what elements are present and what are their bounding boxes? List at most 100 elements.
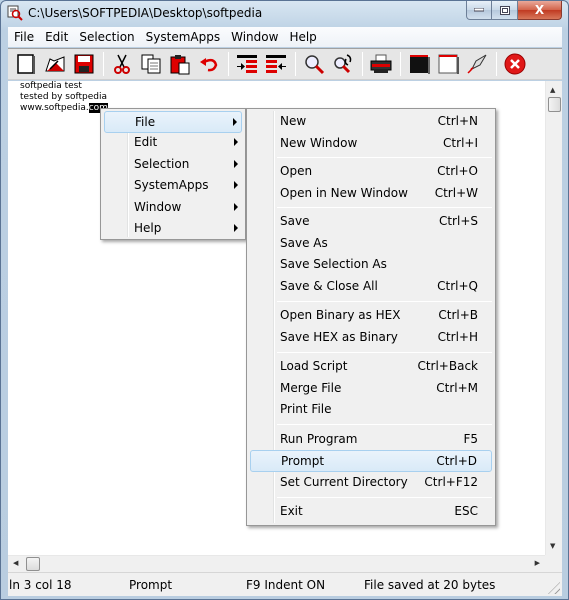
file-menu-item-set-current-directory[interactable]: Set Current Directory Ctrl+F12 — [250, 472, 492, 494]
editor-content[interactable]: softpedia test tested by softpedia www.s… — [20, 81, 108, 114]
menu-item-shortcut: Ctrl+H — [437, 330, 478, 344]
file-menu-item-save-selection-as[interactable]: Save Selection As — [250, 254, 492, 276]
file-menu-item-open[interactable]: Open Ctrl+O — [250, 161, 492, 183]
menu-item-label: Selection — [134, 157, 190, 171]
context-menu-item-systemapps[interactable]: SystemApps — [104, 175, 242, 197]
menu-item-label: New — [280, 114, 307, 128]
horizontal-scrollbar[interactable]: ◀ ▶ — [8, 555, 545, 572]
copy-button[interactable] — [139, 52, 163, 76]
find-button[interactable] — [302, 52, 326, 76]
unindent-button[interactable] — [264, 52, 288, 76]
menu-separator — [277, 207, 492, 208]
paste-icon — [170, 55, 190, 75]
scroll-right-arrow-icon[interactable]: ▶ — [535, 559, 540, 567]
undo-icon — [200, 58, 218, 72]
context-menu-item-edit[interactable]: Edit — [104, 132, 242, 154]
scroll-down-arrow-icon[interactable]: ▼ — [550, 542, 555, 550]
submenu-arrow-icon — [234, 160, 238, 168]
menu-selection[interactable]: Selection — [79, 30, 140, 44]
context-menu: File Edit Selection SystemApps Window He… — [100, 108, 246, 240]
file-menu-item-new[interactable]: New Ctrl+N — [250, 111, 492, 133]
status-bar: ln 3 col 18 Prompt F9 Indent ON File sav… — [8, 572, 562, 596]
context-menu-item-file[interactable]: File — [104, 111, 242, 133]
file-menu-item-open-binary-hex[interactable]: Open Binary as HEX Ctrl+B — [250, 305, 492, 327]
black-window-button[interactable] — [407, 52, 431, 76]
file-menu-item-save[interactable]: Save Ctrl+S — [250, 211, 492, 233]
open-icon — [45, 56, 65, 72]
white-window-button[interactable] — [436, 52, 460, 76]
menu-item-label: Save Selection As — [280, 257, 387, 271]
menu-help[interactable]: Help — [289, 30, 322, 44]
menu-item-label: Save As — [280, 236, 328, 250]
file-menu-item-print-file[interactable]: Print File — [250, 399, 492, 421]
maximize-button[interactable] — [492, 1, 518, 20]
menu-window[interactable]: Window — [231, 30, 284, 44]
editor-line: www.softpedia.com — [20, 103, 108, 114]
scroll-corner — [545, 555, 562, 572]
menu-item-label: File — [135, 115, 156, 129]
scroll-left-arrow-icon[interactable]: ◀ — [13, 559, 18, 567]
minimize-button[interactable] — [466, 1, 492, 20]
exit-icon — [504, 53, 526, 75]
menu-item-label: Open in New Window — [280, 186, 408, 200]
menu-edit[interactable]: Edit — [45, 30, 74, 44]
file-menu-item-exit[interactable]: Exit ESC — [250, 501, 492, 523]
file-submenu: New Ctrl+N New Window Ctrl+I Open Ctrl+O Op… — [246, 108, 496, 526]
close-button[interactable]: X — [518, 1, 562, 20]
menu-item-shortcut: Ctrl+W — [434, 186, 478, 200]
vertical-scroll-thumb[interactable] — [548, 97, 561, 112]
menu-item-shortcut: Ctrl+O — [437, 164, 478, 178]
exit-button[interactable] — [503, 52, 527, 76]
cut-button[interactable] — [110, 52, 134, 76]
menu-item-label: Load Script — [280, 359, 348, 373]
menu-systemapps[interactable]: SystemApps — [146, 30, 226, 44]
file-menu-item-load-script[interactable]: Load Script Ctrl+Back — [250, 356, 492, 378]
context-menu-item-window[interactable]: Window — [104, 197, 242, 219]
print-button[interactable] — [369, 52, 393, 76]
indent-button[interactable] — [235, 52, 259, 76]
menu-item-label: Open Binary as HEX — [280, 308, 401, 322]
toolbar-separator — [228, 52, 229, 76]
new-button[interactable] — [14, 52, 38, 76]
run-button[interactable] — [465, 52, 489, 76]
menu-item-label: Print File — [280, 402, 332, 416]
app-icon — [7, 5, 23, 21]
file-menu-item-run-program[interactable]: Run Program F5 — [250, 429, 492, 451]
print-icon — [370, 54, 392, 73]
toolbar-separator — [496, 52, 497, 76]
vertical-scrollbar[interactable]: ▲ ▼ — [545, 81, 562, 555]
white-window-icon — [438, 54, 459, 74]
paste-button[interactable] — [168, 52, 192, 76]
open-button[interactable] — [43, 52, 67, 76]
file-menu-item-prompt[interactable]: Prompt Ctrl+D — [250, 450, 492, 472]
scroll-up-arrow-icon[interactable]: ▲ — [550, 86, 555, 94]
menu-separator — [277, 497, 492, 498]
menu-item-shortcut: Ctrl+N — [437, 114, 478, 128]
replace-button[interactable] — [331, 52, 355, 76]
resize-grip[interactable] — [548, 582, 560, 594]
file-menu-item-save-close-all[interactable]: Save & Close All Ctrl+Q — [250, 276, 492, 298]
menu-item-label: Window — [134, 200, 182, 214]
file-menu-item-open-new-window[interactable]: Open in New Window Ctrl+W — [250, 183, 492, 205]
file-menu-item-merge-file[interactable]: Merge File Ctrl+M — [250, 378, 492, 400]
context-menu-item-selection[interactable]: Selection — [104, 154, 242, 176]
menu-file[interactable]: File — [14, 30, 40, 44]
context-menu-item-help[interactable]: Help — [104, 218, 242, 240]
undo-button[interactable] — [197, 52, 221, 76]
menu-item-label: Open — [280, 164, 313, 178]
save-button[interactable] — [72, 52, 96, 76]
status-position: ln 3 col 18 — [9, 578, 72, 592]
file-menu-item-save-as[interactable]: Save As — [250, 233, 492, 255]
menu-item-label: Edit — [134, 135, 158, 149]
menu-item-shortcut: Ctrl+D — [436, 454, 477, 468]
file-menu-item-save-hex-binary[interactable]: Save HEX as Binary Ctrl+H — [250, 327, 492, 349]
menu-item-label: Save & Close All — [280, 279, 378, 293]
menu-item-label: Merge File — [280, 381, 342, 395]
menu-item-label: Exit — [280, 504, 303, 518]
horizontal-scroll-thumb[interactable] — [26, 557, 40, 571]
editor-line: tested by softpedia — [20, 92, 108, 102]
file-menu-item-new-window[interactable]: New Window Ctrl+I — [250, 133, 492, 155]
menu-bar: File Edit Selection SystemApps Window He… — [8, 27, 562, 47]
copy-icon — [141, 54, 161, 74]
submenu-arrow-icon — [234, 138, 238, 146]
